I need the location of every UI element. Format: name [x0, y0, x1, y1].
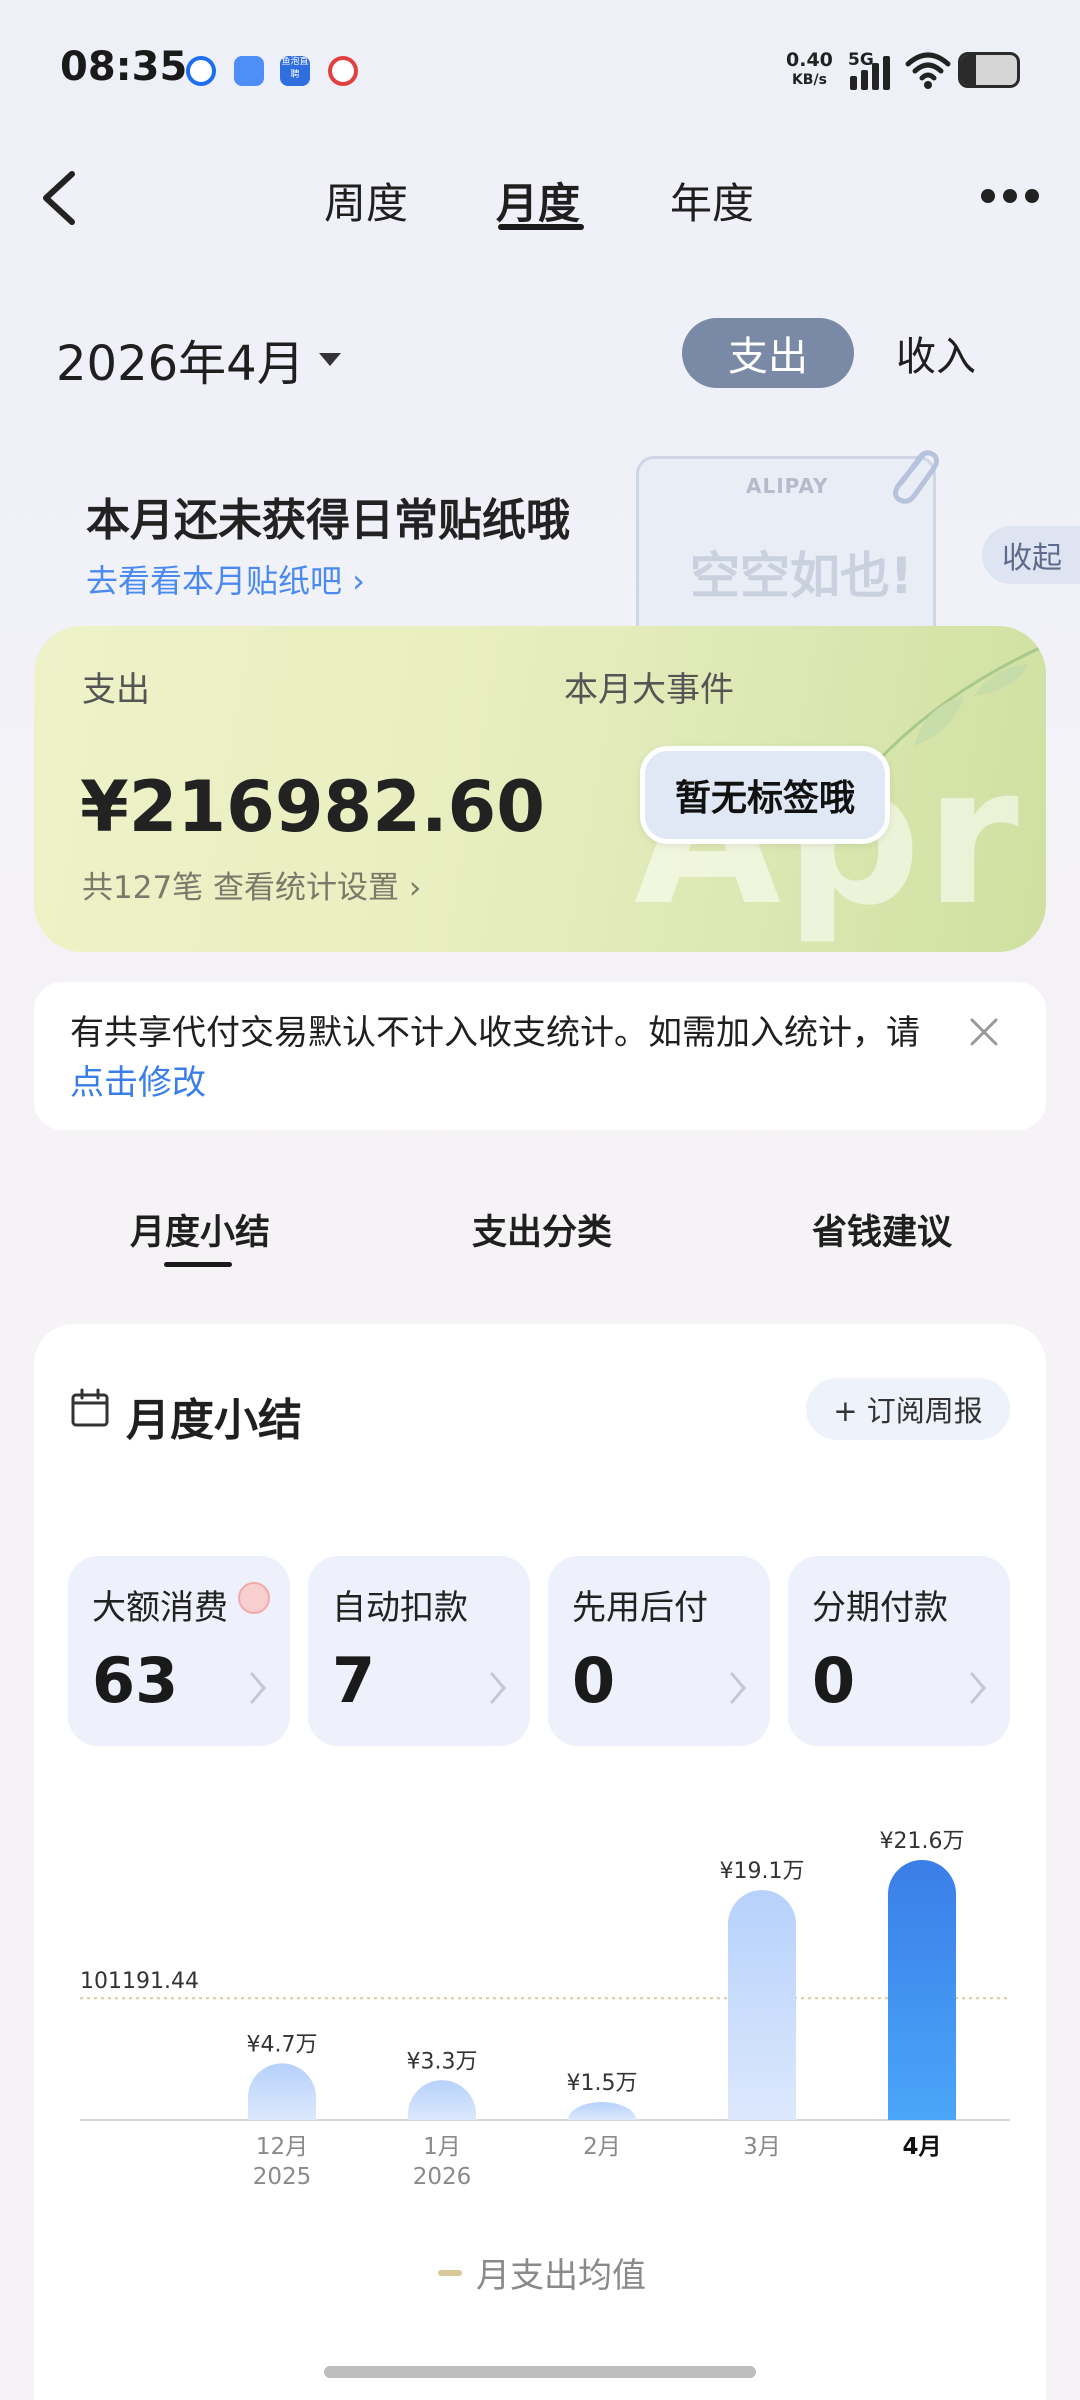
- net-speed: 0.40 KB/s: [786, 50, 833, 90]
- alert-dot-icon: [238, 1582, 270, 1614]
- segment-expense[interactable]: 支出: [682, 318, 854, 388]
- chart-bar: [888, 1860, 956, 2120]
- bar-value-label: ¥4.7万: [247, 2032, 318, 2057]
- alipay-icon: [186, 56, 216, 86]
- chart-bar: [568, 2101, 636, 2120]
- expense-total: ¥216982.60: [80, 766, 545, 848]
- calendar-icon: [71, 1388, 109, 1427]
- sticker-brand: ALIPAY: [746, 474, 829, 498]
- signal-icon: [850, 56, 890, 90]
- caret-down-icon: [318, 352, 341, 366]
- tab-expense-category[interactable]: 支出分类: [472, 1204, 612, 1255]
- notice-body: 有共享代付交易默认不计入收支统计。如需加入统计，请: [70, 1013, 920, 1053]
- stat-label: 先用后付: [572, 1588, 708, 1628]
- close-icon[interactable]: [968, 1016, 1000, 1048]
- sticker-empty-text: 空空如也!: [690, 547, 913, 605]
- stat-label: 大额消费: [92, 1588, 228, 1628]
- tab-saving-advice[interactable]: 省钱建议: [812, 1204, 952, 1255]
- x-tick-label: 12月: [256, 2134, 308, 2160]
- bar-value-label: ¥1.5万: [567, 2071, 638, 2096]
- stat-value: 7: [332, 1644, 376, 1717]
- sticker-title: 本月还未获得日常贴纸哦: [86, 495, 570, 546]
- chat-icon: [234, 56, 264, 86]
- chart-bar: [248, 2063, 316, 2120]
- bar-value-label: ¥21.6万: [880, 1829, 965, 1854]
- card-title: 月度小结: [126, 1395, 302, 1446]
- average-label: 101191.44: [80, 1969, 199, 1994]
- more-options-icon[interactable]: [980, 186, 1040, 206]
- battery-icon: [958, 52, 1020, 88]
- chart-bar: [408, 2080, 476, 2120]
- net-speed-value: 0.40: [786, 49, 833, 71]
- x-tick-label: 3月: [743, 2134, 781, 2160]
- x-tick-label: 2月: [583, 2134, 621, 2160]
- chevron-right-icon: [250, 1672, 266, 1704]
- legend-swatch: [438, 2269, 462, 2276]
- stats-settings-link[interactable]: 共127笔 查看统计设置 ›: [82, 862, 421, 907]
- paperclip-icon: [892, 450, 940, 504]
- chevron-right-icon: [730, 1672, 746, 1704]
- stat-pay-later[interactable]: 先用后付 0: [548, 1556, 770, 1746]
- subscribe-weekly-button[interactable]: + 订阅周报: [806, 1378, 1010, 1440]
- month-label: 2026年4月: [56, 336, 305, 392]
- wifi-icon: [905, 52, 951, 89]
- sticker-link[interactable]: 去看看本月贴纸吧 ›: [86, 556, 365, 602]
- tab-year[interactable]: 年度: [670, 170, 754, 231]
- x-tick-label: 4月: [902, 2134, 941, 2160]
- stat-value: 0: [572, 1644, 616, 1717]
- notice-edit-link[interactable]: 点击修改: [70, 1063, 206, 1103]
- bar-value-label: ¥3.3万: [407, 2049, 478, 2074]
- stat-value: 0: [812, 1644, 856, 1717]
- segment-income[interactable]: 收入: [876, 318, 996, 388]
- section-tab-indicator: [164, 1262, 232, 1267]
- chart-bar: [728, 1890, 796, 2120]
- net-speed-unit: KB/s: [791, 72, 827, 88]
- battery-fill: [961, 55, 976, 85]
- tab-week[interactable]: 周度: [324, 170, 408, 231]
- summary-card: Apr 支出 本月大事件 ¥216982.60 共127笔 查看统计设置 › 暂…: [34, 626, 1046, 952]
- x-tick-label: 1月: [423, 2134, 461, 2160]
- notice-text: 有共享代付交易默认不计入收支统计。如需加入统计，请 点击修改: [70, 1008, 950, 1108]
- stat-installment[interactable]: 分期付款 0: [788, 1556, 1010, 1746]
- legend-label: 月支出均值: [476, 2256, 646, 2296]
- x-tick-sublabel: 2026: [413, 2164, 472, 2190]
- summary-label: 支出: [82, 670, 150, 710]
- stat-auto-debit[interactable]: 自动扣款 7: [308, 1556, 530, 1746]
- event-tag[interactable]: 暂无标签哦: [640, 746, 890, 844]
- collapse-button[interactable]: 收起: [982, 526, 1080, 584]
- news-icon: [328, 56, 358, 86]
- stat-large-spending[interactable]: 大额消费 63: [68, 1556, 290, 1746]
- back-arrow-icon[interactable]: [36, 168, 86, 228]
- home-indicator[interactable]: [324, 2366, 756, 2378]
- shared-pay-notice: 有共享代付交易默认不计入收支统计。如需加入统计，请 点击修改: [34, 982, 1046, 1130]
- chevron-right-icon: [490, 1672, 506, 1704]
- monthly-expense-chart: 101191.44 ¥4.7万 12月 2025 ¥3.3万 1月 2026 ¥1.5万 2月 ¥…: [80, 1829, 1010, 2190]
- x-tick-sublabel: 2025: [253, 2164, 312, 2190]
- tab-active-indicator: [498, 224, 584, 230]
- stat-value: 63: [92, 1644, 179, 1717]
- tab-month[interactable]: 月度: [496, 170, 580, 231]
- live-shopping-icon: 鱼泡直聘: [280, 56, 310, 86]
- stat-label: 自动扣款: [332, 1588, 468, 1628]
- live-badge-text: 鱼泡直聘: [281, 57, 309, 80]
- stat-label: 分期付款: [812, 1588, 948, 1628]
- event-label: 本月大事件: [564, 670, 734, 710]
- chart-legend: 月支出均值: [438, 2248, 646, 2297]
- bar-value-label: ¥19.1万: [720, 1859, 805, 1884]
- status-time: 08:35: [60, 44, 188, 90]
- tab-monthly-summary[interactable]: 月度小结: [130, 1204, 270, 1255]
- chevron-right-icon: [970, 1672, 986, 1704]
- month-selector[interactable]: 2026年4月: [56, 324, 341, 394]
